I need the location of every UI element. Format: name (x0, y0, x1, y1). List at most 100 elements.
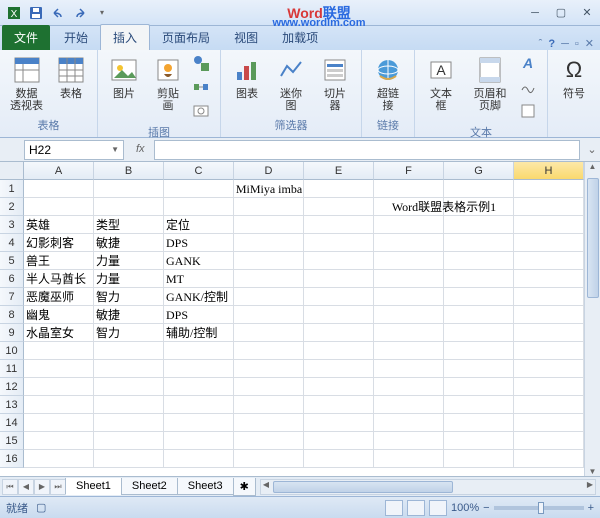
view-normal-icon[interactable] (385, 500, 403, 516)
row-header[interactable]: 14 (0, 414, 24, 432)
zoom-in-button[interactable]: + (588, 502, 594, 514)
sparkline-button[interactable]: 迷你图 (271, 52, 311, 114)
ribbon: 数据 透视表 表格 表格 图片 剪贴画 插图 图表 迷你图 切片器 筛选器 超链… (0, 50, 600, 138)
row-header[interactable]: 1 (0, 180, 24, 198)
vertical-scrollbar[interactable]: ▲ ▼ (584, 162, 600, 476)
hyperlink-button[interactable]: 超链接 (368, 52, 408, 114)
tab-view[interactable]: 视图 (222, 25, 270, 50)
slicer-button[interactable]: 切片器 (315, 52, 355, 114)
sheet-nav-prev-icon[interactable]: ◀ (18, 479, 34, 495)
col-header[interactable]: B (94, 162, 164, 180)
group-symbols: Ω符号 (548, 50, 600, 137)
undo-icon[interactable] (48, 3, 68, 23)
excel-app-icon[interactable]: X (4, 3, 24, 23)
col-header[interactable]: F (374, 162, 444, 180)
formula-bar-row: H22▼ fx ⌄ (0, 138, 600, 162)
tab-addins[interactable]: 加载项 (270, 25, 330, 50)
zoom-out-button[interactable]: − (483, 502, 489, 514)
sheet-tab-2[interactable]: Sheet2 (121, 478, 178, 495)
macro-record-icon[interactable]: ▢ (36, 501, 46, 514)
row-header[interactable]: 8 (0, 306, 24, 324)
row-header[interactable]: 6 (0, 270, 24, 288)
formula-bar[interactable] (154, 140, 580, 160)
redo-icon[interactable] (70, 3, 90, 23)
row-header[interactable]: 2 (0, 198, 24, 216)
smartart-icon[interactable] (192, 78, 214, 100)
header-footer-button[interactable]: 页眉和页脚 (465, 52, 515, 114)
clipart-button[interactable]: 剪贴画 (148, 52, 188, 114)
sheet-nav-first-icon[interactable]: ⏮ (2, 479, 18, 495)
object-icon[interactable] (519, 102, 541, 124)
picture-button[interactable]: 图片 (104, 52, 144, 102)
doc-close-icon[interactable]: ✕ (585, 37, 594, 50)
cell[interactable]: Word联盟表格示例1 (374, 198, 514, 216)
screenshot-icon[interactable] (192, 102, 214, 124)
maximize-button[interactable]: ▢ (552, 5, 570, 21)
cells-area[interactable]: MiMiya imba Word联盟表格示例1 英雄类型定位 幻影刺客敏捷DPS… (24, 180, 584, 468)
row-headers: 1 2 3 4 5 6 7 8 9 10 11 12 13 14 15 16 (0, 180, 24, 468)
group-charts-sparklines: 图表 迷你图 切片器 筛选器 (221, 50, 362, 137)
hscroll-thumb[interactable] (273, 481, 453, 493)
tab-layout[interactable]: 页面布局 (150, 25, 222, 50)
view-layout-icon[interactable] (407, 500, 425, 516)
tab-insert[interactable]: 插入 (100, 24, 150, 50)
sheet-tab-1[interactable]: Sheet1 (65, 478, 122, 495)
chart-button[interactable]: 图表 (227, 52, 267, 102)
tab-file[interactable]: 文件 (2, 25, 50, 50)
row-header[interactable]: 4 (0, 234, 24, 252)
row-header[interactable]: 9 (0, 324, 24, 342)
row-header[interactable]: 10 (0, 342, 24, 360)
col-header[interactable]: D (234, 162, 304, 180)
formula-bar-expand-icon[interactable]: ⌄ (584, 143, 600, 156)
doc-minimize-icon[interactable]: ─ (561, 38, 569, 50)
ribbon-tabs: 文件 开始 插入 页面布局 视图 加载项 ˆ ? ─ ▫ ✕ (0, 26, 600, 50)
row-header[interactable]: 5 (0, 252, 24, 270)
signature-icon[interactable] (519, 78, 541, 100)
row-header[interactable]: 11 (0, 360, 24, 378)
vscroll-thumb[interactable] (587, 178, 599, 298)
sheet-nav-last-icon[interactable]: ⏭ (50, 479, 66, 495)
save-icon[interactable] (26, 3, 46, 23)
table-button[interactable]: 表格 (51, 52, 91, 102)
col-header[interactable]: G (444, 162, 514, 180)
minimize-ribbon-icon[interactable]: ˆ (539, 38, 543, 50)
col-header[interactable]: C (164, 162, 234, 180)
close-button[interactable]: ✕ (578, 5, 596, 21)
row-header[interactable]: 12 (0, 378, 24, 396)
col-header[interactable]: E (304, 162, 374, 180)
sheet-tab-3[interactable]: Sheet3 (177, 478, 234, 495)
title-bar: X ▾ Word联盟 www.wordlm.com ─ ▢ ✕ (0, 0, 600, 26)
qat-customize-icon[interactable]: ▾ (92, 3, 112, 23)
row-header[interactable]: 7 (0, 288, 24, 306)
select-all-corner[interactable] (0, 162, 24, 180)
row-header[interactable]: 16 (0, 450, 24, 468)
row-header[interactable]: 15 (0, 432, 24, 450)
row-header[interactable]: 3 (0, 216, 24, 234)
textbox-button[interactable]: A文本框 (421, 52, 461, 114)
col-header[interactable]: H (514, 162, 584, 180)
sheet-nav-next-icon[interactable]: ▶ (34, 479, 50, 495)
fx-icon[interactable]: fx (136, 143, 150, 157)
doc-restore-icon[interactable]: ▫ (575, 38, 579, 50)
pivot-table-button[interactable]: 数据 透视表 (6, 52, 47, 114)
cell[interactable]: MiMiya imba (24, 180, 514, 198)
svg-text:A: A (436, 62, 446, 78)
name-box[interactable]: H22▼ (24, 140, 124, 160)
minimize-button[interactable]: ─ (526, 5, 544, 21)
view-pagebreak-icon[interactable] (429, 500, 447, 516)
shapes-icon[interactable] (192, 54, 214, 76)
row-header[interactable]: 13 (0, 396, 24, 414)
horizontal-scrollbar[interactable]: ◀ ▶ (260, 479, 596, 495)
tab-home[interactable]: 开始 (52, 25, 100, 50)
help-icon[interactable]: ? (548, 38, 555, 50)
symbol-button[interactable]: Ω符号 (554, 52, 594, 102)
group-illustrations: 图片 剪贴画 插图 (98, 50, 221, 137)
namebox-dropdown-icon[interactable]: ▼ (111, 145, 119, 154)
column-headers: A B C D E F G H (24, 162, 584, 180)
wordart-icon[interactable]: A (519, 54, 541, 76)
zoom-slider[interactable] (494, 506, 584, 510)
sheet-tab-new-icon[interactable]: ✱ (233, 478, 256, 496)
col-header[interactable]: A (24, 162, 94, 180)
zoom-level[interactable]: 100% (451, 502, 479, 514)
zoom-slider-thumb[interactable] (538, 502, 544, 514)
